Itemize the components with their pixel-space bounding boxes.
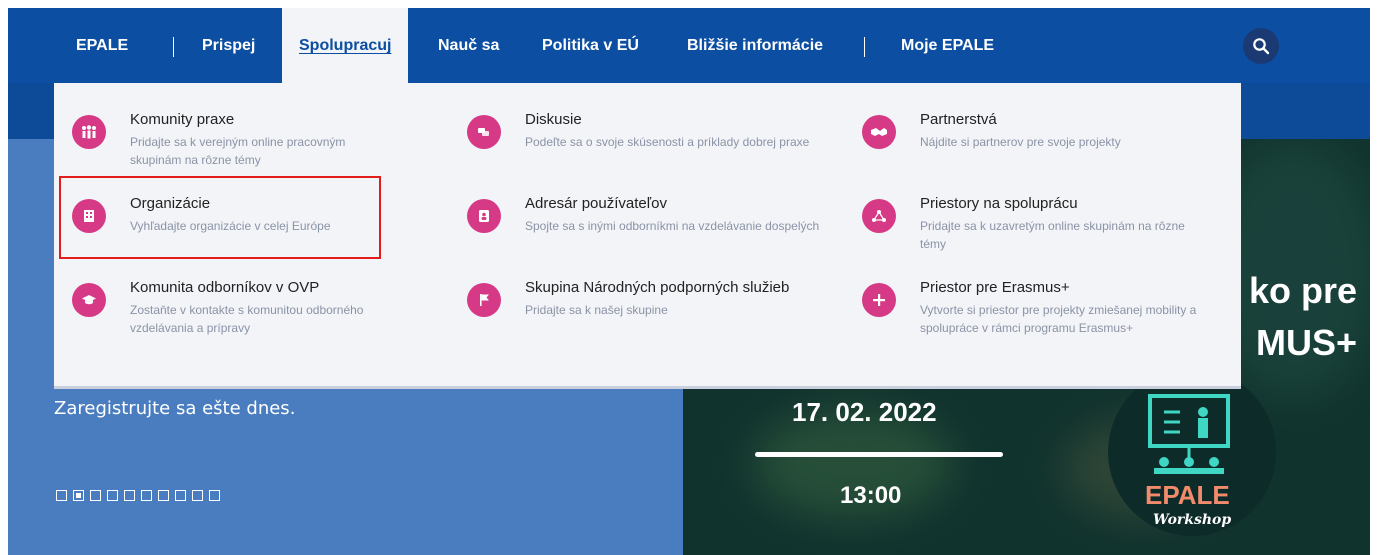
menu-item-title: Diskusie: [525, 111, 582, 128]
slider-dot[interactable]: [158, 490, 169, 501]
nav-politika[interactable]: Politika v EÚ: [542, 8, 639, 83]
menu-item-description: Podeľte sa o svoje skúsenosti a príklady…: [525, 135, 810, 149]
chat-icon: [467, 115, 501, 149]
menu-item-priestor-erasmus[interactable]: Priestor pre Erasmus+ Vytvorte si priest…: [862, 278, 1222, 337]
menu-item-description: Pridajte sa k uzavretým online skupinám …: [920, 219, 1185, 251]
menu-item-title: Priestor pre Erasmus+: [920, 279, 1070, 296]
event-date: 17. 02. 2022: [792, 397, 937, 427]
menu-item-title: Adresár používateľov: [525, 195, 667, 212]
slider-dots: [56, 490, 220, 501]
menu-item-adresar-pouzivatelov[interactable]: Adresár používateľov Spojte sa s inými o…: [467, 194, 819, 235]
slider-dot[interactable]: [209, 490, 220, 501]
hero-title-line1: ko pre: [1248, 270, 1357, 311]
hero-register-text: Zaregistrujte sa ešte dnes.: [54, 398, 296, 419]
menu-item-partnerstva[interactable]: Partnerstvá Nájdite si partnerov pre svo…: [862, 110, 1202, 151]
nav-prispej[interactable]: Prispej: [202, 8, 255, 83]
event-time: 13:00: [840, 482, 902, 509]
slider-dot[interactable]: [192, 490, 203, 501]
badge-workshop-text: Workshop: [1153, 512, 1232, 528]
nav-moje-epale[interactable]: Moje EPALE: [901, 8, 994, 83]
nav-separator: [864, 37, 865, 57]
menu-item-description: Pridajte sa k našej skupine: [525, 303, 668, 317]
slider-dot-active[interactable]: [73, 490, 84, 501]
graduation-cap-icon: [72, 283, 106, 317]
search-icon: [1253, 38, 1270, 55]
menu-item-komunita-ovp[interactable]: Komunita odborníkov v OVP Zostaňte v kon…: [72, 278, 432, 337]
menu-item-diskusie[interactable]: Diskusie Podeľte sa o svoje skúsenosti a…: [467, 110, 809, 151]
top-navigation: EPALE Prispej Spolupracuj Nauč sa Politi…: [8, 8, 1370, 83]
nav-blizsie-informacie[interactable]: Bližšie informácie: [687, 8, 823, 83]
badge-epale-text: EPALE: [1145, 480, 1230, 510]
people-group-icon: [72, 115, 106, 149]
menu-item-komunity-praxe[interactable]: Komunity praxe Pridajte sa k verejným on…: [72, 110, 402, 169]
menu-item-skupina-nps[interactable]: Skupina Národných podporných služieb Pri…: [467, 278, 847, 319]
address-book-icon: [467, 199, 501, 233]
nav-spolupracuj[interactable]: Spolupracuj: [282, 8, 409, 83]
slider-dot[interactable]: [90, 490, 101, 501]
menu-item-title: Komunita odborníkov v OVP: [130, 279, 320, 296]
menu-item-title: Partnerstvá: [920, 111, 997, 128]
menu-item-description: Vytvorte si priestor pre projekty zmieša…: [920, 303, 1197, 335]
slider-dot[interactable]: [175, 490, 186, 501]
menu-item-title: Priestory na spoluprácu: [920, 195, 1078, 212]
menu-item-priestory-na-spolupracu[interactable]: Priestory na spoluprácu Pridajte sa k uz…: [862, 194, 1202, 253]
handshake-icon: [862, 115, 896, 149]
hero-title-line2: MUS+: [1255, 322, 1357, 363]
slider-dot[interactable]: [124, 490, 135, 501]
highlight-box: [59, 176, 381, 259]
slider-dot[interactable]: [56, 490, 67, 501]
menu-item-title: Komunity praxe: [130, 111, 235, 128]
plus-icon: [862, 283, 896, 317]
search-button[interactable]: [1243, 28, 1279, 64]
nav-epale[interactable]: EPALE: [76, 8, 128, 83]
menu-item-description: Nájdite si partnerov pre svoje projekty: [920, 135, 1121, 149]
flag-icon: [467, 283, 501, 317]
network-icon: [862, 199, 896, 233]
slider-dot[interactable]: [141, 490, 152, 501]
menu-item-description: Zostaňte v kontakte s komunitou odbornéh…: [130, 303, 364, 335]
nav-separator: [173, 37, 174, 57]
slider-dot[interactable]: [107, 490, 118, 501]
menu-item-description: Pridajte sa k verejným online pracovným …: [130, 135, 346, 167]
menu-item-description: Spojte sa s inými odborníkmi na vzdeláva…: [525, 219, 820, 233]
nav-nauc-sa[interactable]: Nauč sa: [438, 8, 499, 83]
menu-item-title: Skupina Národných podporných služieb: [525, 279, 790, 296]
divider-line: [755, 452, 1003, 457]
